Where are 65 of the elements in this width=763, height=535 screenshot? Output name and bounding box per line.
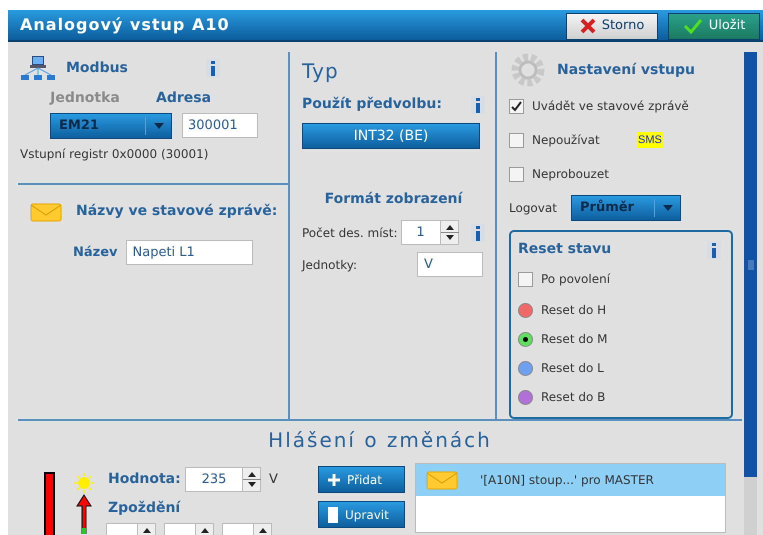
radio-label: Reset do L [541,360,604,377]
radio-button[interactable] [518,302,533,318]
edit-button[interactable]: Upravit [318,501,405,528]
checkbox[interactable] [509,98,524,114]
field-label: Jednotka [48,89,121,108]
checkbox-label: Uvádět ve stavové zprávě [532,98,689,115]
caret-icon [662,205,672,211]
section-title: Reset stavu [518,240,612,259]
field-label: Zpoždění [108,499,182,518]
field-label: Název [73,244,118,262]
radio-button[interactable] [518,360,533,376]
level-bar [44,472,55,535]
sms-badge: SMS [637,132,663,148]
address-field[interactable]: 300001 [182,113,258,138]
section-title: Použít předvolbu: [302,95,442,114]
info-icon [471,96,485,114]
preset-button[interactable]: INT32 (BE) [302,123,480,149]
section-title: Nastavení vstupu [557,60,696,80]
checkbox-label: Neprobouzet [532,166,609,183]
radio-button[interactable] [518,332,533,346]
radio-button[interactable] [518,390,533,404]
field-label: Hodnota: [108,470,180,489]
register-note: Vstupní registr 0x0000 (30001) [20,146,210,163]
section-title: Formát zobrazení [324,190,464,209]
section-title: Modbus [66,58,129,78]
info-icon [471,224,485,242]
close-icon [580,18,596,34]
scrollbar-thumb[interactable] [744,52,757,477]
envelope-icon [30,202,62,222]
checkbox[interactable] [509,132,524,148]
radio-label: Reset do M [541,331,608,348]
page-icon [327,506,339,524]
radio-label: Reset do H [541,302,606,319]
cancel-button[interactable]: Storno [566,12,658,40]
field-label: Adresa [156,89,212,108]
plus-icon [327,472,341,486]
sun-icon [73,472,95,494]
checkbox-label: Nepoužívat [532,132,601,149]
section-title: Typ [302,58,340,85]
checkbox[interactable] [518,272,533,286]
checkbox[interactable] [509,166,524,182]
save-button[interactable]: Uložit [668,12,760,40]
units-field[interactable]: V [417,252,483,277]
unit-label: V [269,470,278,489]
check-icon [682,18,703,34]
value-spinner[interactable]: 235 [185,467,261,492]
caret-icon [154,123,164,129]
gear-icon [509,52,547,88]
network-icon [20,55,56,81]
decimals-spinner[interactable]: 1 [400,220,459,245]
info-icon [206,59,220,77]
field-label: Počet des. míst: [302,224,398,242]
field-label: Jednotky: [302,256,358,274]
checkbox-label: Po povolení [541,271,610,288]
section-title: Názvy ve stavové zprávě: [76,202,278,221]
info-icon [707,240,721,258]
add-button[interactable]: Přidat [318,466,405,493]
envelope-icon [426,470,458,490]
up-arrow-icon [76,494,92,534]
window-title: Analogový vstup A10 [20,14,231,36]
radio-label: Reset do B [541,389,606,406]
section-title: Hlášení o změnách [267,427,493,454]
message-item[interactable]: '[A10N] stoup...' pro MASTER [416,464,725,496]
field-label: Logovat [509,200,558,217]
name-field[interactable]: Napeti L1 [126,240,253,265]
